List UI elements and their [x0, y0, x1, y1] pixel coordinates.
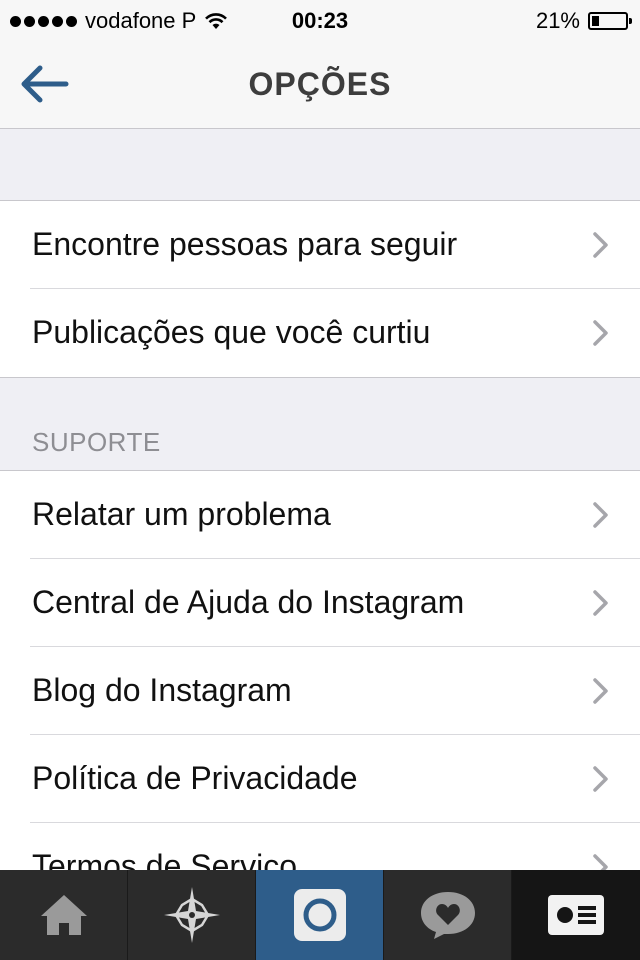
explore-star-icon [163, 887, 220, 943]
list-item-help-center[interactable]: Central de Ajuda do Instagram [0, 559, 640, 647]
chevron-right-icon [593, 766, 608, 792]
tab-bar [0, 870, 640, 960]
back-arrow-icon [21, 65, 69, 103]
tab-camera[interactable] [256, 870, 384, 960]
list-item-label: Encontre pessoas para seguir [32, 226, 458, 262]
activity-heart-icon [420, 892, 475, 939]
battery-icon [588, 12, 632, 30]
list-item-label: Política de Privacidade [32, 760, 358, 796]
list-item-find-people[interactable]: Encontre pessoas para seguir [0, 201, 640, 289]
chevron-right-icon [593, 232, 608, 258]
chevron-right-icon [593, 502, 608, 528]
options-group: Encontre pessoas para seguir Publicações… [0, 200, 640, 378]
tab-explore[interactable] [128, 870, 256, 960]
list-item-privacy-policy[interactable]: Política de Privacidade [0, 735, 640, 823]
chevron-right-icon [593, 590, 608, 616]
tab-home[interactable] [0, 870, 128, 960]
chevron-right-icon [593, 678, 608, 704]
battery-percent: 21% [535, 8, 580, 33]
profile-card-icon [548, 895, 604, 935]
section-header-support: SUPORTE [32, 427, 161, 457]
chevron-right-icon [593, 320, 608, 346]
support-group: Relatar um problema Central de Ajuda do … [0, 470, 640, 912]
page-title: OPÇÕES [248, 66, 392, 102]
camera-icon [293, 889, 346, 941]
list-item-label: Central de Ajuda do Instagram [32, 584, 465, 620]
nav-bar: OPÇÕES [0, 40, 640, 129]
status-right: 21% [535, 8, 632, 34]
list-item-label: Publicações que você curtiu [32, 314, 431, 350]
list-item-label: Relatar um problema [32, 496, 331, 532]
back-button[interactable] [18, 62, 74, 106]
status-bar: vodafone P 00:23 21% [0, 0, 640, 40]
tab-activity[interactable] [384, 870, 512, 960]
list-item-report-problem[interactable]: Relatar um problema [0, 471, 640, 559]
home-icon [40, 895, 87, 935]
screen: vodafone P 00:23 21% OPÇÕES Encontre pes… [0, 0, 640, 960]
tab-profile[interactable] [512, 870, 640, 960]
list-item-liked-posts[interactable]: Publicações que você curtiu [0, 289, 640, 377]
list-item-blog[interactable]: Blog do Instagram [0, 647, 640, 735]
list-item-label: Blog do Instagram [32, 672, 292, 708]
